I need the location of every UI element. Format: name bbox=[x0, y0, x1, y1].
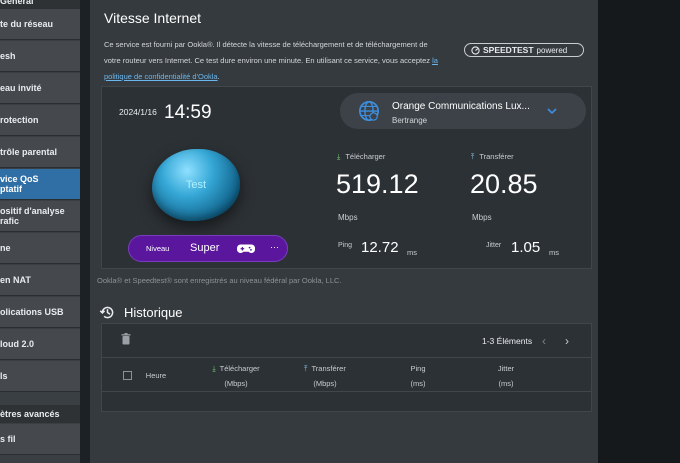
page-title: Vitesse Internet bbox=[104, 10, 202, 26]
sidebar-item-wireless[interactable]: s fil bbox=[0, 424, 80, 455]
sidebar-gutter bbox=[80, 0, 90, 463]
column-upload[interactable]: ⤒ Transférer (Mbps) bbox=[292, 361, 358, 391]
download-label: ⤓ Télécharger bbox=[337, 152, 385, 162]
test-date: 2024/1/16 bbox=[119, 107, 157, 117]
jitter-unit: ms bbox=[549, 248, 559, 257]
item-count: 1-3 Éléments bbox=[482, 336, 533, 346]
test-time: 14:59 bbox=[164, 102, 212, 123]
sidebar-item-parental-controls[interactable]: trôle parental bbox=[0, 137, 80, 168]
column-jitter-label: Jitter bbox=[497, 364, 515, 373]
sidebar-item-adaptive-qos[interactable]: vice QoS ptatif bbox=[0, 169, 80, 200]
column-upload-unit: (Mbps) bbox=[313, 379, 337, 388]
main-panel: Vitesse Internet Ce service est fourni p… bbox=[90, 0, 598, 463]
globe-icon bbox=[359, 101, 379, 121]
jitter-label: Jitter bbox=[486, 242, 502, 249]
sidebar-item-label: rafic bbox=[0, 216, 20, 226]
intro-end: . bbox=[217, 72, 220, 81]
column-upload-label: Transférer bbox=[311, 364, 346, 373]
sidebar-item-network-map[interactable]: te du réseau bbox=[0, 9, 80, 40]
isp-name: Orange Communications Lux... bbox=[392, 101, 530, 112]
ping-unit: ms bbox=[407, 248, 417, 257]
speedtest-powered: powered bbox=[536, 45, 568, 55]
download-arrow-icon: ⤓ bbox=[212, 364, 216, 373]
speedtest-brand: SPEEDTEST bbox=[483, 45, 534, 55]
column-ping-unit: (ms) bbox=[410, 379, 426, 388]
intro-text: Ce service est fourni par Ookla®. Il dét… bbox=[104, 37, 444, 85]
sidebar-item-mesh[interactable]: esh bbox=[0, 41, 80, 72]
upload-value: 20.85 bbox=[470, 169, 538, 199]
upload-arrow-icon: ⤒ bbox=[471, 152, 475, 161]
sidebar-item-tools[interactable]: ls bbox=[0, 361, 80, 392]
history-icon bbox=[99, 306, 114, 319]
sidebar-item-aiprotection[interactable]: rotection bbox=[0, 105, 80, 136]
chevron-right-icon[interactable]: › bbox=[565, 334, 569, 348]
test-button[interactable]: Test bbox=[152, 149, 240, 221]
level-badge[interactable]: Niveau Super ··· bbox=[128, 235, 288, 262]
speedtest-gauge-icon bbox=[471, 45, 480, 55]
download-arrow-icon: ⤓ bbox=[337, 152, 341, 161]
jitter-value: 1.05 bbox=[511, 239, 541, 256]
download-unit: Mbps bbox=[338, 213, 358, 222]
column-upload-name: ⤒ Transférer bbox=[292, 361, 358, 376]
level-value: Super bbox=[190, 242, 220, 254]
more-icon[interactable]: ··· bbox=[270, 242, 279, 252]
column-download-label: Télécharger bbox=[219, 364, 260, 373]
column-download-name: ⤓ Télécharger bbox=[198, 361, 274, 376]
table-header: Heure ⤓ Télécharger (Mbps) ⤒ Transférer (M… bbox=[102, 357, 591, 392]
sidebar-item-traffic-analyzer[interactable]: ositif d'analyse rafic bbox=[0, 201, 80, 232]
chevron-left-icon[interactable]: ‹ bbox=[542, 334, 546, 348]
intro-body: Ce service est fourni par Ookla®. Il dét… bbox=[104, 40, 433, 65]
sidebar-item-guest-network[interactable]: eau invité bbox=[0, 73, 80, 104]
sidebar-item-game[interactable]: ne bbox=[0, 233, 80, 264]
sidebar: Général te du réseau esh eau invité rote… bbox=[0, 0, 80, 463]
sidebar-item-open-nat[interactable]: en NAT bbox=[0, 265, 80, 296]
isp-location: Bertrange bbox=[392, 116, 428, 125]
select-all-checkbox[interactable] bbox=[123, 371, 132, 380]
column-ping[interactable]: Ping (ms) bbox=[388, 361, 448, 391]
level-label: Niveau bbox=[146, 244, 170, 253]
ping-value: 12.72 bbox=[361, 239, 399, 256]
gamepad-icon bbox=[237, 244, 255, 253]
history-table: 1-3 Éléments ‹ › Heure ⤓ Télécharger (Mbp… bbox=[101, 323, 592, 412]
right-background bbox=[598, 0, 680, 463]
download-value: 519.12 bbox=[336, 169, 419, 199]
chevron-down-icon[interactable] bbox=[546, 105, 558, 117]
speedtest-badge: SPEEDTEST powered bbox=[464, 43, 584, 57]
sidebar-item-aicloud[interactable]: loud 2.0 bbox=[0, 329, 80, 360]
download-label-text: Télécharger bbox=[345, 152, 386, 161]
upload-label-text: Transférer bbox=[479, 152, 514, 161]
history-title: Historique bbox=[124, 305, 183, 320]
sidebar-item-label: ptatif bbox=[0, 184, 22, 194]
sidebar-item-usb-applications[interactable]: olications USB bbox=[0, 297, 80, 328]
sidebar-item-label: ositif d'analyse bbox=[0, 206, 65, 216]
router-admin-page: Général te du réseau esh eau invité rote… bbox=[0, 0, 680, 463]
sidebar-item-label: vice QoS bbox=[0, 174, 39, 184]
column-download[interactable]: ⤓ Télécharger (Mbps) bbox=[198, 361, 274, 391]
column-time[interactable]: Heure bbox=[138, 368, 174, 383]
ookla-disclaimer: Ookla® et Speedtest® sont enregistrés au… bbox=[97, 276, 342, 285]
isp-selector[interactable]: Orange Communications Lux... Bertrange bbox=[340, 93, 586, 129]
sidebar-section-advanced: ètres avancés bbox=[0, 405, 80, 423]
upload-arrow-icon: ⤒ bbox=[304, 364, 308, 373]
speedtest-card: 2024/1/16 14:59 Orange Communications Lu… bbox=[101, 86, 592, 269]
upload-label: ⤒ Transférer bbox=[471, 152, 514, 162]
trash-icon[interactable] bbox=[121, 333, 131, 345]
column-ping-label: Ping bbox=[410, 364, 426, 373]
ping-label: Ping bbox=[338, 242, 353, 249]
upload-unit: Mbps bbox=[472, 213, 492, 222]
column-download-unit: (Mbps) bbox=[224, 379, 248, 388]
column-jitter-unit: (ms) bbox=[498, 379, 514, 388]
column-jitter[interactable]: Jitter (ms) bbox=[476, 361, 536, 391]
